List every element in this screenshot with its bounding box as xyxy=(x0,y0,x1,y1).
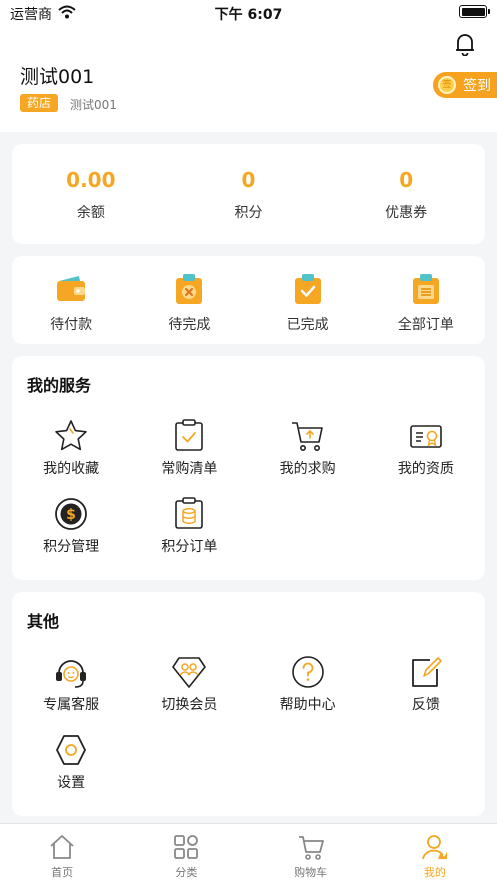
headset-icon xyxy=(53,654,89,690)
checkin-button[interactable]: 签 签到 xyxy=(433,72,497,98)
stat-label: 积分 xyxy=(234,205,263,221)
tab-home[interactable]: 首页 xyxy=(0,824,124,883)
service-qualifications[interactable]: 我的资质 xyxy=(367,418,485,496)
order-label: 待完成 xyxy=(168,317,211,333)
order-completed[interactable]: 已完成 xyxy=(249,256,367,344)
service-label: 常购清单 xyxy=(161,461,218,477)
tab-cart[interactable]: 购物车 xyxy=(249,824,373,883)
points-order-icon xyxy=(171,496,207,532)
stat-value: 0.00 xyxy=(66,168,116,192)
svg-text:$: $ xyxy=(66,507,76,523)
service-label: 积分订单 xyxy=(161,539,218,555)
order-all[interactable]: 全部订单 xyxy=(367,256,485,344)
user-name: 测试001 xyxy=(20,66,95,88)
orders-card: 待付款 待完成 已完成 全部订单 xyxy=(12,256,485,344)
stat-value: 0 xyxy=(241,168,256,192)
clipboard-list-icon xyxy=(409,272,443,306)
clipboard-check-icon xyxy=(291,272,325,306)
service-frequent-list[interactable]: 常购清单 xyxy=(130,418,248,496)
others-grid: 专属客服 切换会员 帮助中心 反馈 设置 xyxy=(12,654,485,810)
help-icon xyxy=(290,654,326,690)
other-help-center[interactable]: 帮助中心 xyxy=(249,654,367,732)
others-card: 其他 专属客服 切换会员 帮助中心 反馈 设置 xyxy=(12,592,485,816)
tab-label: 分类 xyxy=(175,866,198,879)
store-type-badge: 药店 xyxy=(20,94,59,112)
services-grid: 我的收藏 常购清单 我的求购 我的资质 $ 积分管理 积分订单 xyxy=(12,418,485,574)
cart-upload-icon xyxy=(290,418,326,454)
profile-header: 测试001 药店 测试001 签 签到 xyxy=(0,26,497,132)
order-label: 全部订单 xyxy=(397,317,454,333)
stat-balance[interactable]: 0.00 余额 xyxy=(12,144,170,244)
other-label: 切换会员 xyxy=(161,697,218,713)
cart-icon xyxy=(297,833,325,861)
tab-category[interactable]: 分类 xyxy=(124,824,248,883)
bottom-tab-bar: 首页 分类 购物车 我的 xyxy=(0,823,497,883)
service-points-management[interactable]: $ 积分管理 xyxy=(12,496,130,574)
other-settings[interactable]: 设置 xyxy=(12,732,130,810)
other-label: 帮助中心 xyxy=(279,697,336,713)
checklist-icon xyxy=(171,418,207,454)
tab-label: 我的 xyxy=(423,866,446,879)
service-purchase-requests[interactable]: 我的求购 xyxy=(249,418,367,496)
service-label: 我的收藏 xyxy=(43,461,100,477)
other-label: 设置 xyxy=(57,775,86,791)
service-label: 我的资质 xyxy=(397,461,454,477)
feedback-icon xyxy=(408,654,444,690)
wallet-icon xyxy=(54,272,88,306)
service-points-orders[interactable]: 积分订单 xyxy=(130,496,248,574)
order-label: 已完成 xyxy=(286,317,329,333)
section-title: 其他 xyxy=(27,612,60,631)
other-label: 专属客服 xyxy=(43,697,100,713)
service-label: 积分管理 xyxy=(43,539,100,555)
service-label: 我的求购 xyxy=(279,461,336,477)
status-bar: 运营商 下午 6:07 xyxy=(0,0,497,26)
tab-profile[interactable]: 我的 xyxy=(373,824,497,883)
battery-icon xyxy=(459,5,490,18)
stat-value: 0 xyxy=(399,168,414,192)
checkin-label: 签到 xyxy=(463,78,491,94)
tab-label: 首页 xyxy=(51,866,74,879)
account-stats-card: 0.00 余额 0 积分 0 优惠券 xyxy=(12,144,485,244)
order-pending-completion[interactable]: 待完成 xyxy=(130,256,248,344)
profile-icon xyxy=(421,833,449,861)
order-label: 待付款 xyxy=(50,317,93,333)
category-icon xyxy=(172,833,200,861)
coin-icon: $ xyxy=(53,496,89,532)
settings-icon xyxy=(53,732,89,768)
certificate-icon xyxy=(408,418,444,454)
switch-member-icon xyxy=(171,654,207,690)
my-services-card: 我的服务 我的收藏 常购清单 我的求购 我的资质 $ 积分管理 积分订单 xyxy=(12,356,485,580)
star-icon xyxy=(53,418,89,454)
section-title: 我的服务 xyxy=(27,376,92,395)
service-favorites[interactable]: 我的收藏 xyxy=(12,418,130,496)
checkin-coin-icon: 签 xyxy=(438,76,456,94)
store-name: 测试001 xyxy=(70,98,117,112)
stat-label: 优惠券 xyxy=(385,205,428,221)
tab-label: 购物车 xyxy=(294,866,328,879)
stat-label: 余额 xyxy=(76,205,105,221)
stat-coupons[interactable]: 0 优惠券 xyxy=(327,144,485,244)
clock: 下午 6:07 xyxy=(214,7,283,23)
order-pending-payment[interactable]: 待付款 xyxy=(12,256,130,344)
bell-icon[interactable] xyxy=(454,32,476,60)
stat-points[interactable]: 0 积分 xyxy=(170,144,328,244)
home-icon xyxy=(48,833,76,861)
other-feedback[interactable]: 反馈 xyxy=(367,654,485,732)
other-customer-service[interactable]: 专属客服 xyxy=(12,654,130,732)
clipboard-x-icon xyxy=(172,272,206,306)
other-switch-member[interactable]: 切换会员 xyxy=(130,654,248,732)
other-label: 反馈 xyxy=(411,697,440,713)
